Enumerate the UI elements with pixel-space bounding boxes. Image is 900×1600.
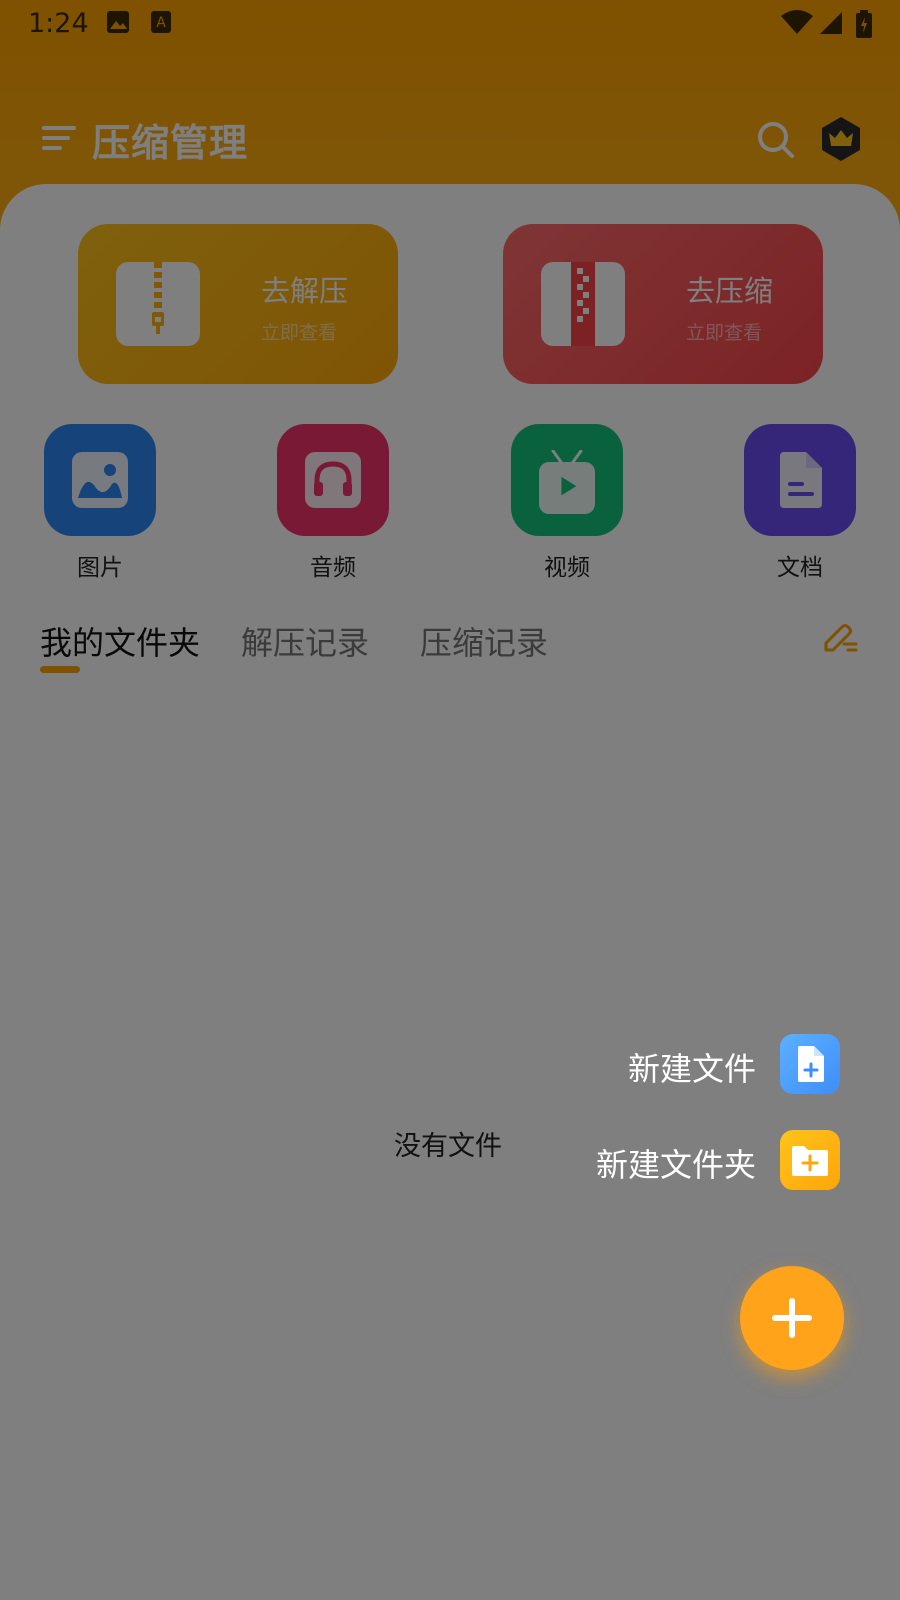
- add-fab-button[interactable]: [740, 1266, 844, 1370]
- new-folder-icon: [792, 1146, 828, 1176]
- fab-menu-overlay[interactable]: 新建文件 新建文件夹: [0, 0, 900, 1600]
- new-file-button[interactable]: [780, 1034, 840, 1094]
- new-file-icon: [798, 1046, 824, 1082]
- new-file-label[interactable]: 新建文件: [628, 1044, 756, 1090]
- new-folder-button[interactable]: [780, 1130, 840, 1190]
- new-folder-label[interactable]: 新建文件夹: [596, 1140, 756, 1186]
